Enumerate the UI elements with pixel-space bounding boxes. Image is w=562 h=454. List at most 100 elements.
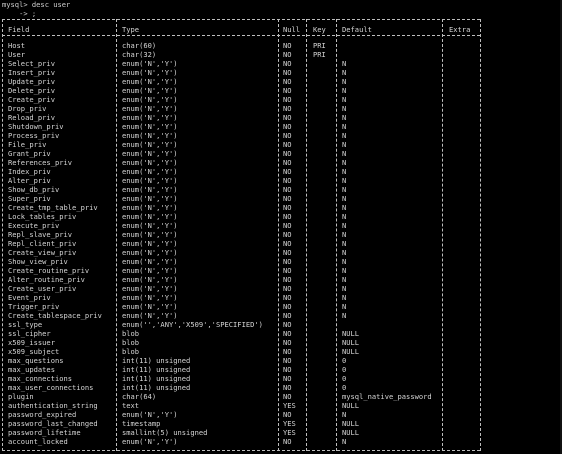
null-cell: NO	[283, 338, 292, 347]
field-cell: File_priv	[8, 140, 47, 149]
field-cell: Alter_priv	[8, 176, 51, 185]
table-bottom-border	[2, 450, 480, 452]
default-cell: NULL	[342, 329, 360, 338]
type-cell: enum('N','Y')	[122, 59, 178, 68]
field-cell: Delete_priv	[8, 86, 55, 95]
type-cell: enum('N','Y')	[122, 113, 178, 122]
field-cell: password_last_changed	[8, 419, 98, 428]
column-divider	[336, 19, 338, 451]
default-cell: 0	[342, 356, 347, 365]
type-cell: enum('N','Y')	[122, 194, 178, 203]
type-cell: enum('N','Y')	[122, 167, 178, 176]
field-cell: Update_priv	[8, 77, 55, 86]
header-key: Key	[313, 25, 326, 34]
type-cell: enum('N','Y')	[122, 284, 178, 293]
null-cell: NO	[283, 311, 292, 320]
type-cell: enum('N','Y')	[122, 311, 178, 320]
field-cell: Shutdown_priv	[8, 122, 64, 131]
null-cell: NO	[283, 104, 292, 113]
terminal-window[interactable]: mysql> desc user -> ; Field Type Null Ke…	[0, 0, 562, 454]
default-cell: 0	[342, 374, 347, 383]
field-cell: Index_priv	[8, 167, 51, 176]
field-cell: Process_priv	[8, 131, 60, 140]
field-cell: Create_routine_priv	[8, 266, 90, 275]
default-cell: N	[342, 113, 347, 122]
continuation-line: -> ;	[2, 9, 37, 18]
null-cell: NO	[283, 266, 292, 275]
type-cell: enum('N','Y')	[122, 266, 178, 275]
field-cell: x509_issuer	[8, 338, 55, 347]
type-cell: enum('N','Y')	[122, 275, 178, 284]
type-cell: int(11) unsigned	[122, 365, 191, 374]
field-cell: ssl_type	[8, 320, 43, 329]
default-cell: N	[342, 131, 347, 140]
type-cell: enum('N','Y')	[122, 185, 178, 194]
default-cell: N	[342, 104, 347, 113]
null-cell: NO	[283, 158, 292, 167]
field-cell: Execute_priv	[8, 221, 60, 230]
null-cell: NO	[283, 320, 292, 329]
type-cell: enum('N','Y')	[122, 212, 178, 221]
default-cell: N	[342, 311, 347, 320]
type-cell: enum('N','Y')	[122, 437, 178, 446]
key-cell: PRI	[313, 50, 326, 59]
default-cell: N	[342, 176, 347, 185]
field-cell: Show_view_priv	[8, 257, 68, 266]
default-cell: N	[342, 293, 347, 302]
type-cell: enum('N','Y')	[122, 221, 178, 230]
field-cell: password_lifetime	[8, 428, 81, 437]
null-cell: YES	[283, 419, 296, 428]
null-cell: NO	[283, 50, 292, 59]
field-cell: max_user_connections	[8, 383, 94, 392]
default-cell: N	[342, 194, 347, 203]
null-cell: NO	[283, 329, 292, 338]
type-cell: int(11) unsigned	[122, 374, 191, 383]
default-cell: N	[342, 275, 347, 284]
table-left-border	[2, 19, 4, 451]
field-cell: ssl_cipher	[8, 329, 51, 338]
type-cell: enum('N','Y')	[122, 176, 178, 185]
default-cell: N	[342, 77, 347, 86]
default-cell: N	[342, 149, 347, 158]
table-header-border	[2, 35, 480, 37]
type-cell: enum('N','Y')	[122, 239, 178, 248]
null-cell: NO	[283, 437, 292, 446]
type-cell: char(60)	[122, 41, 157, 50]
field-cell: account_locked	[8, 437, 68, 446]
type-cell: blob	[122, 347, 140, 356]
null-cell: NO	[283, 77, 292, 86]
default-cell: N	[342, 248, 347, 257]
null-cell: NO	[283, 293, 292, 302]
command-prompt-line: mysql> desc user	[2, 0, 71, 9]
null-cell: NO	[283, 248, 292, 257]
default-cell: N	[342, 59, 347, 68]
null-cell: NO	[283, 59, 292, 68]
field-cell: Create_view_priv	[8, 248, 77, 257]
null-cell: YES	[283, 401, 296, 410]
default-cell: N	[342, 239, 347, 248]
field-cell: References_priv	[8, 158, 73, 167]
type-cell: char(64)	[122, 392, 157, 401]
null-cell: NO	[283, 347, 292, 356]
field-cell: Repl_client_priv	[8, 239, 77, 248]
type-cell: enum('N','Y')	[122, 149, 178, 158]
default-cell: NULL	[342, 338, 360, 347]
field-cell: authentication_string	[8, 401, 98, 410]
null-cell: NO	[283, 374, 292, 383]
table-right-border	[480, 19, 482, 451]
null-cell: NO	[283, 203, 292, 212]
default-cell: N	[342, 437, 347, 446]
null-cell: NO	[283, 122, 292, 131]
field-cell: Create_user_priv	[8, 284, 77, 293]
null-cell: NO	[283, 86, 292, 95]
default-cell: N	[342, 203, 347, 212]
type-cell: enum('N','Y')	[122, 257, 178, 266]
field-cell: Alter_routine_priv	[8, 275, 85, 284]
field-cell: Super_priv	[8, 194, 51, 203]
type-cell: enum('N','Y')	[122, 68, 178, 77]
type-cell: enum('N','Y')	[122, 293, 178, 302]
type-cell: enum('N','Y')	[122, 140, 178, 149]
type-cell: enum('N','Y')	[122, 302, 178, 311]
type-cell: enum('N','Y')	[122, 158, 178, 167]
default-cell: N	[342, 167, 347, 176]
